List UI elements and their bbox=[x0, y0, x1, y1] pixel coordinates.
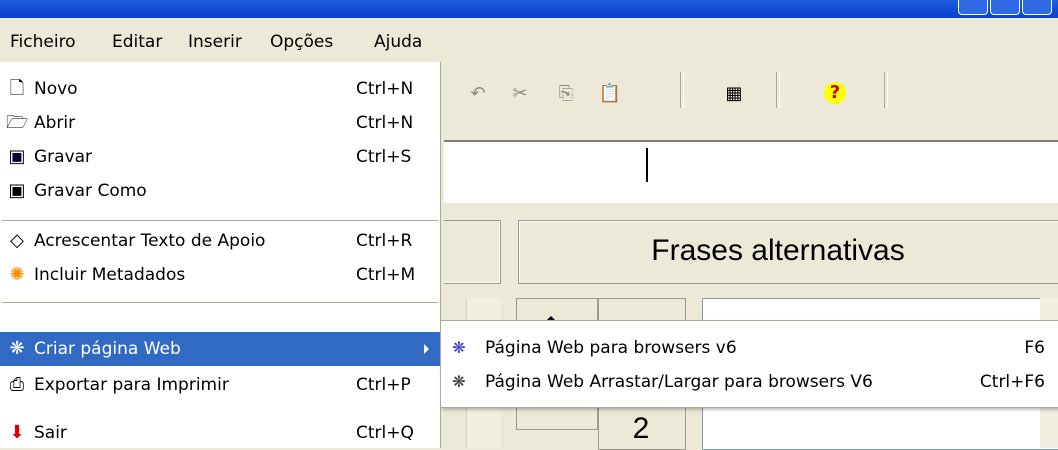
title-bar bbox=[0, 0, 1058, 18]
menu-item-shortcut: Ctrl+N bbox=[356, 113, 414, 133]
paste-icon[interactable]: 📋 bbox=[596, 80, 624, 108]
menu-ajuda[interactable]: Ajuda bbox=[374, 30, 422, 54]
web-page-v6-icon: ❋ bbox=[452, 338, 466, 357]
menu-item-label: Gravar Como bbox=[34, 181, 147, 201]
menu-item-shortcut: Ctrl+S bbox=[356, 147, 412, 167]
maximize-button[interactable] bbox=[990, 0, 1020, 15]
tag-icon: ◇ bbox=[10, 230, 24, 251]
web-page-icon: ❋ bbox=[9, 338, 25, 359]
minimize-button[interactable] bbox=[958, 0, 988, 15]
save-as-icon: ▣ bbox=[8, 180, 26, 201]
menu-item-exportar-imprimir[interactable]: ⎙ Exportar para Imprimir Ctrl+P bbox=[0, 368, 440, 402]
submenu-item-shortcut: F6 bbox=[1024, 338, 1045, 358]
help-icon[interactable]: ? bbox=[824, 82, 846, 104]
menu-item-abrir[interactable]: 🗁 Abrir Ctrl+N bbox=[0, 106, 440, 140]
alternatives-title: Frases alternativas bbox=[651, 234, 905, 267]
menu-inserir[interactable]: Inserir bbox=[188, 30, 242, 54]
menu-item-label: Exportar para Imprimir bbox=[34, 375, 229, 395]
toolbar bbox=[444, 62, 1058, 118]
menu-item-label: Novo bbox=[34, 79, 78, 99]
sentence-input[interactable] bbox=[444, 140, 1058, 203]
menu-ficheiro[interactable]: Ficheiro bbox=[10, 30, 76, 54]
menu-opcoes[interactable]: Opções bbox=[270, 30, 333, 54]
menu-item-shortcut: Ctrl+M bbox=[356, 265, 416, 285]
open-folder-icon: 🗁 bbox=[6, 112, 29, 133]
toolbar-separator bbox=[776, 72, 780, 108]
close-button[interactable] bbox=[1022, 0, 1052, 15]
menu-item-shortcut: Ctrl+P bbox=[356, 375, 411, 395]
menu-item-sair[interactable]: ⬇ Sair Ctrl+Q bbox=[0, 416, 440, 450]
exit-arrow-icon: ⬇ bbox=[9, 422, 25, 443]
menu-item-label: Sair bbox=[34, 423, 67, 443]
menu-item-label: Acrescentar Texto de Apoio bbox=[34, 231, 266, 251]
new-document-icon: 🗋 bbox=[9, 78, 25, 99]
palette-icon[interactable]: ▦ bbox=[720, 80, 748, 108]
submenu-item-label: Página Web para browsers v6 bbox=[485, 338, 737, 358]
submenu-arrow-icon bbox=[424, 344, 429, 354]
menu-bar-empty-area bbox=[444, 20, 1058, 62]
criar-pagina-web-submenu: ❋ Página Web para browsers v6 F6 ❋ Págin… bbox=[440, 320, 1058, 408]
submenu-item-label: Página Web Arrastar/Largar para browsers… bbox=[485, 372, 873, 392]
undo-icon[interactable]: ↶ bbox=[464, 80, 492, 108]
menu-item-shortcut: Ctrl+R bbox=[356, 231, 413, 251]
menu-item-incluir-metadados[interactable]: ✺ Incluir Metadados Ctrl+M bbox=[0, 258, 440, 292]
menu-item-criar-pagina-web[interactable]: ❋ Criar página Web bbox=[0, 332, 440, 366]
number-label: 2 bbox=[632, 412, 650, 445]
menu-item-label: Criar página Web bbox=[34, 339, 181, 359]
cut-icon[interactable]: ✂ bbox=[506, 80, 534, 108]
menu-item-label: Abrir bbox=[34, 113, 76, 133]
menu-separator bbox=[2, 302, 438, 303]
metadata-icon: ✺ bbox=[9, 264, 25, 285]
menu-separator bbox=[2, 220, 438, 221]
web-dragdrop-v6-icon: ❋ bbox=[452, 372, 466, 391]
menu-item-shortcut: Ctrl+N bbox=[356, 79, 414, 99]
menu-item-gravar-como[interactable]: ▣ Gravar Como bbox=[0, 174, 440, 208]
copy-icon[interactable]: ⎘ bbox=[552, 80, 580, 108]
menu-item-label: Incluir Metadados bbox=[34, 265, 186, 285]
menu-item-label: Gravar bbox=[34, 147, 93, 167]
toolbar-separator bbox=[680, 72, 684, 108]
menu-item-shortcut: Ctrl+Q bbox=[356, 423, 414, 443]
menu-item-novo[interactable]: 🗋 Novo Ctrl+N bbox=[0, 72, 440, 106]
submenu-item-web-v6[interactable]: ❋ Página Web para browsers v6 F6 bbox=[441, 331, 1058, 365]
toolbar-separator bbox=[884, 72, 888, 108]
menu-item-acrescentar-texto[interactable]: ◇ Acrescentar Texto de Apoio Ctrl+R bbox=[0, 224, 440, 258]
menu-editar[interactable]: Editar bbox=[112, 30, 162, 54]
left-header-box bbox=[444, 220, 501, 284]
ficheiro-dropdown: 🗋 Novo Ctrl+N 🗁 Abrir Ctrl+N ▣ Gravar Ct… bbox=[0, 62, 441, 448]
menu-item-gravar[interactable]: ▣ Gravar Ctrl+S bbox=[0, 140, 440, 174]
printer-icon: ⎙ bbox=[9, 374, 25, 395]
submenu-item-web-dragdrop-v6[interactable]: ❋ Página Web Arrastar/Largar para browse… bbox=[441, 365, 1058, 399]
save-disk-icon: ▣ bbox=[8, 146, 26, 167]
text-caret bbox=[646, 148, 648, 182]
submenu-item-shortcut: Ctrl+F6 bbox=[979, 372, 1045, 392]
